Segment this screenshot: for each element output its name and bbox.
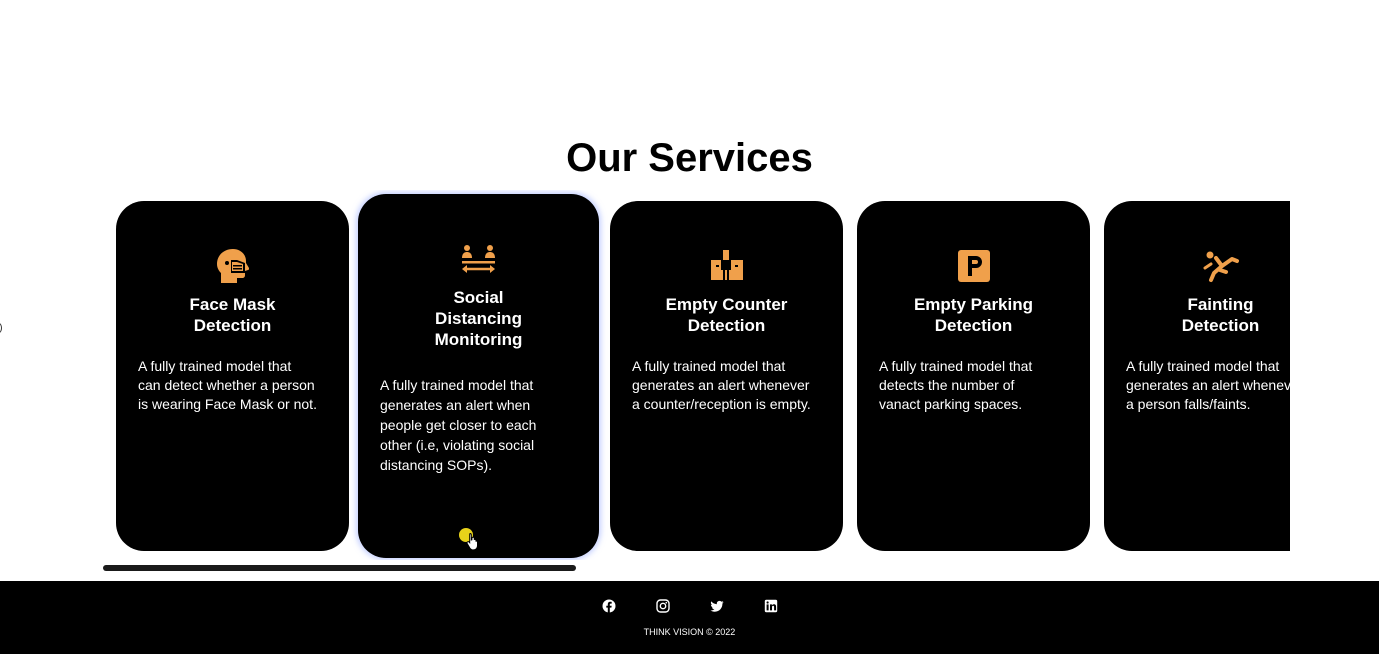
parking-icon [957, 250, 990, 282]
twitter-icon[interactable] [710, 599, 724, 613]
card-description: A fully trained model that generates an … [380, 377, 537, 473]
card-title: Social Distancing Monitoring [434, 288, 523, 349]
facebook-icon[interactable] [602, 599, 616, 613]
edge-indicator [0, 323, 2, 333]
carousel-scrollbar-thumb[interactable] [103, 565, 576, 571]
reception-counter-icon [710, 250, 743, 280]
instagram-icon[interactable] [655, 599, 670, 613]
hand-cursor-icon [466, 532, 478, 550]
copyright-text: THINK VISION © 2022 [643, 627, 736, 637]
people-distance-icon [461, 245, 495, 273]
person-falling-icon [1203, 251, 1239, 282]
card-description: A fully trained model that can detect wh… [138, 358, 317, 412]
card-description: A fully trained model that detects the n… [879, 358, 1033, 412]
card-description: A fully trained model that generates an … [1126, 358, 1290, 412]
service-card-face-mask[interactable]: Face Mask Detection A fully trained mode… [116, 201, 349, 551]
card-title: Fainting Detection [1181, 295, 1260, 335]
site-footer: THINK VISION © 2022 [0, 581, 1379, 654]
page: Our Services Face Mask Detection A fully… [0, 0, 1379, 654]
service-card-empty-counter[interactable]: Empty Counter Detection A fully trained … [610, 201, 843, 551]
linkedin-icon[interactable] [764, 599, 778, 613]
service-card-fainting[interactable]: Fainting Detection A fully trained model… [1104, 201, 1290, 551]
card-title: Empty Parking Detection [913, 295, 1034, 335]
card-title: Empty Counter Detection [665, 295, 788, 335]
service-card-empty-parking[interactable]: Empty Parking Detection A fully trained … [857, 201, 1090, 551]
card-description: A fully trained model that generates an … [632, 358, 811, 412]
services-carousel[interactable]: Face Mask Detection A fully trained mode… [103, 190, 1290, 560]
carousel-scrollbar[interactable] [103, 565, 1290, 572]
card-title: Face Mask Detection [189, 295, 276, 335]
head-mask-icon [216, 249, 249, 283]
service-card-social-distancing[interactable]: Social Distancing Monitoring A fully tra… [358, 194, 599, 558]
social-links [0, 599, 1379, 613]
section-title: Our Services [566, 136, 813, 180]
